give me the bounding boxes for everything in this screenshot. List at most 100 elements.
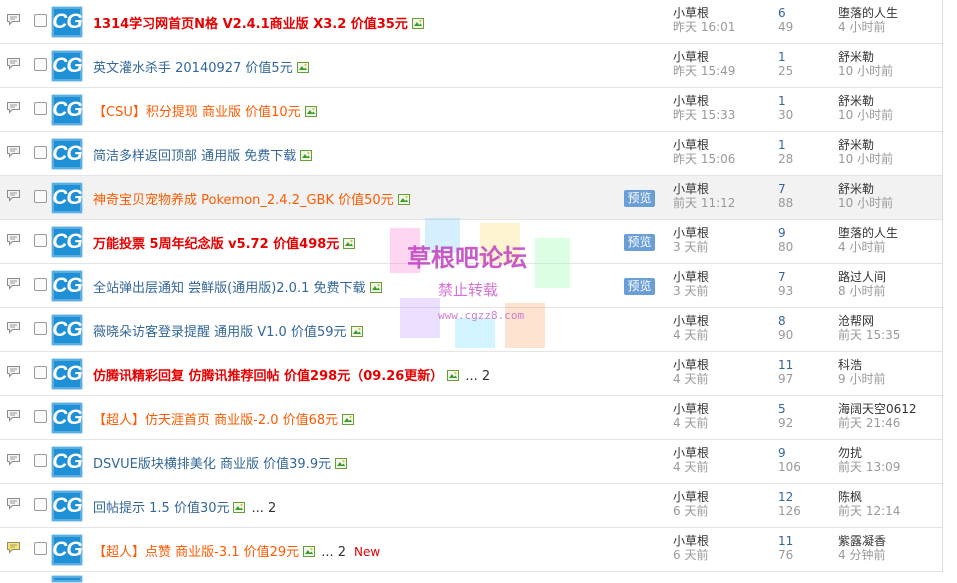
thread-bubble-icon[interactable] [6, 453, 21, 466]
preview-button[interactable]: 预览 [624, 278, 655, 295]
thread-bubble-icon[interactable] [6, 189, 21, 202]
last-poster-link[interactable]: 勿扰 [838, 446, 862, 460]
reply-count[interactable]: 12 [778, 490, 793, 504]
reply-count[interactable]: 1 [778, 138, 786, 152]
author-link[interactable]: 小草根 [673, 50, 709, 64]
author-link[interactable]: 小草根 [673, 226, 709, 240]
reply-count[interactable]: 6 [778, 6, 786, 20]
preview-button[interactable]: 预览 [624, 190, 655, 207]
thread-title-link[interactable]: 神奇宝贝宠物养成 Pokemon_2.4.2_GBK 价值50元 [93, 193, 394, 208]
post-date: 6 天前 [673, 504, 709, 518]
select-checkbox[interactable] [34, 146, 47, 159]
thread-title-link[interactable]: 英文灌水杀手 20140927 价值5元 [93, 61, 293, 76]
select-checkbox[interactable] [34, 366, 47, 379]
thread-title-link[interactable]: 万能投票 5周年纪念版 v5.72 价值498元 [93, 237, 339, 252]
view-count: 90 [778, 328, 794, 342]
select-checkbox[interactable] [34, 58, 47, 71]
reply-count[interactable]: 9 [778, 446, 786, 460]
select-checkbox[interactable] [34, 322, 47, 335]
reply-count[interactable]: 7 [778, 270, 786, 284]
last-poster-link[interactable]: 舒米勒 [838, 50, 874, 64]
reply-count[interactable]: 7 [778, 182, 786, 196]
author-link[interactable]: 小草根 [673, 314, 709, 328]
last-post-time[interactable]: 前天 13:09 [838, 460, 900, 474]
thread-title-link[interactable]: DSVUE版块横排美化 商业版 价值39.9元 [93, 457, 331, 472]
preview-button[interactable]: 预览 [624, 234, 655, 251]
thread-bubble-icon[interactable] [6, 233, 21, 246]
thread-bubble-icon[interactable] [6, 365, 21, 378]
thread-title-link[interactable]: 【CSU】积分提现 商业版 价值10元 [93, 105, 301, 120]
select-checkbox[interactable] [34, 410, 47, 423]
select-checkbox[interactable] [34, 454, 47, 467]
thread-bubble-icon[interactable] [6, 277, 21, 290]
author-link[interactable]: 小草根 [673, 534, 709, 548]
last-poster-link[interactable]: 堕落的人生 [838, 226, 898, 240]
author-link[interactable]: 小草根 [673, 270, 709, 284]
author-link[interactable]: 小草根 [673, 182, 709, 196]
select-checkbox[interactable] [34, 278, 47, 291]
author-link[interactable]: 小草根 [673, 446, 709, 460]
thread-title-link[interactable]: 1314学习网首页N格 V2.4.1商业版 X3.2 价值35元 [93, 17, 408, 32]
select-checkbox[interactable] [34, 498, 47, 511]
last-poster-link[interactable]: 堕落的人生 [838, 6, 898, 20]
last-poster-link[interactable]: 舒米勒 [838, 138, 874, 152]
last-post-time[interactable]: 8 小时前 [838, 284, 885, 298]
thread-title-link[interactable]: 全站弹出层通知 尝鲜版(通用版)2.0.1 免费下载 [93, 281, 366, 296]
select-checkbox[interactable] [34, 14, 47, 27]
thread-bubble-icon[interactable] [6, 13, 21, 26]
reply-count[interactable]: 1 [778, 94, 786, 108]
last-poster-link[interactable]: 海阔天空0612 [838, 402, 917, 416]
reply-count[interactable]: 1 [778, 50, 786, 64]
last-post-time[interactable]: 4 小时前 [838, 240, 885, 254]
last-post-time[interactable]: 10 小时前 [838, 64, 893, 78]
last-post-time[interactable]: 前天 15:35 [838, 328, 900, 342]
last-post-time[interactable]: 10 小时前 [838, 196, 893, 210]
thread-bubble-icon[interactable] [6, 145, 21, 158]
last-poster-link[interactable]: 科浩 [838, 358, 862, 372]
new-reply-icon[interactable] [6, 541, 21, 554]
select-checkbox[interactable] [34, 542, 47, 555]
reply-count[interactable]: 11 [778, 534, 793, 548]
author-link[interactable]: 小草根 [673, 94, 709, 108]
select-checkbox[interactable] [34, 102, 47, 115]
reply-count[interactable]: 9 [778, 226, 786, 240]
last-post-time[interactable]: 10 小时前 [838, 108, 893, 122]
author-link[interactable]: 小草根 [673, 358, 709, 372]
author-link[interactable]: 小草根 [673, 402, 709, 416]
reply-count[interactable]: 11 [778, 358, 793, 372]
thread-title-link[interactable]: 薇晓朵访客登录提醒 通用版 V1.0 价值59元 [93, 325, 347, 340]
last-poster-link[interactable]: 舒米勒 [838, 182, 874, 196]
last-poster-link[interactable]: 紫露凝香 [838, 534, 886, 548]
author-link[interactable]: 小草根 [673, 6, 709, 20]
last-poster-link[interactable]: 陈枫 [838, 490, 862, 504]
author-link[interactable]: 小草根 [673, 490, 709, 504]
thread-title-link[interactable]: 【超人】仿天涯首页 商业版-2.0 价值68元 [93, 413, 338, 428]
last-post-time[interactable]: 前天 21:46 [838, 416, 900, 430]
thread-title-link[interactable]: 简洁多样返回顶部 通用版 免费下载 [93, 149, 296, 164]
last-post-time[interactable]: 10 小时前 [838, 152, 893, 166]
thread-bubble-icon[interactable] [6, 321, 21, 334]
author-link[interactable]: 小草根 [673, 138, 709, 152]
last-poster-link[interactable]: 沧帮网 [838, 314, 874, 328]
thread-title-link[interactable]: 【超人】点赞 商业版-3.1 价值29元 [93, 545, 299, 560]
thread-title-link[interactable]: 回帖提示 1.5 价值30元 [93, 501, 229, 516]
thread-bubble-icon[interactable] [6, 409, 21, 422]
last-post-time[interactable]: 4 小时前 [838, 20, 885, 34]
reply-count[interactable]: 5 [778, 402, 786, 416]
reply-count[interactable]: 8 [778, 314, 786, 328]
thread-title-link[interactable]: 仿腾讯精彩回复 仿腾讯推荐回帖 价值298元（09.26更新） [93, 369, 443, 384]
thread-bubble-icon[interactable] [6, 497, 21, 510]
last-poster-link[interactable]: 路过人间 [838, 270, 886, 284]
last-poster-link[interactable]: 舒米勒 [838, 94, 874, 108]
select-checkbox[interactable] [34, 190, 47, 203]
page-link[interactable]: ... 2 [321, 545, 346, 560]
thread-bubble-icon[interactable] [6, 57, 21, 70]
thread-bubble-icon[interactable] [6, 101, 21, 114]
page-link[interactable]: ... 2 [465, 369, 490, 384]
page-link[interactable]: ... 2 [251, 501, 276, 516]
select-checkbox[interactable] [34, 234, 47, 247]
last-post-time[interactable]: 4 分钟前 [838, 548, 885, 562]
author-cell: 小草根 4 天前 [673, 358, 709, 386]
last-post-time[interactable]: 9 小时前 [838, 372, 885, 386]
last-post-time[interactable]: 前天 12:14 [838, 504, 900, 518]
